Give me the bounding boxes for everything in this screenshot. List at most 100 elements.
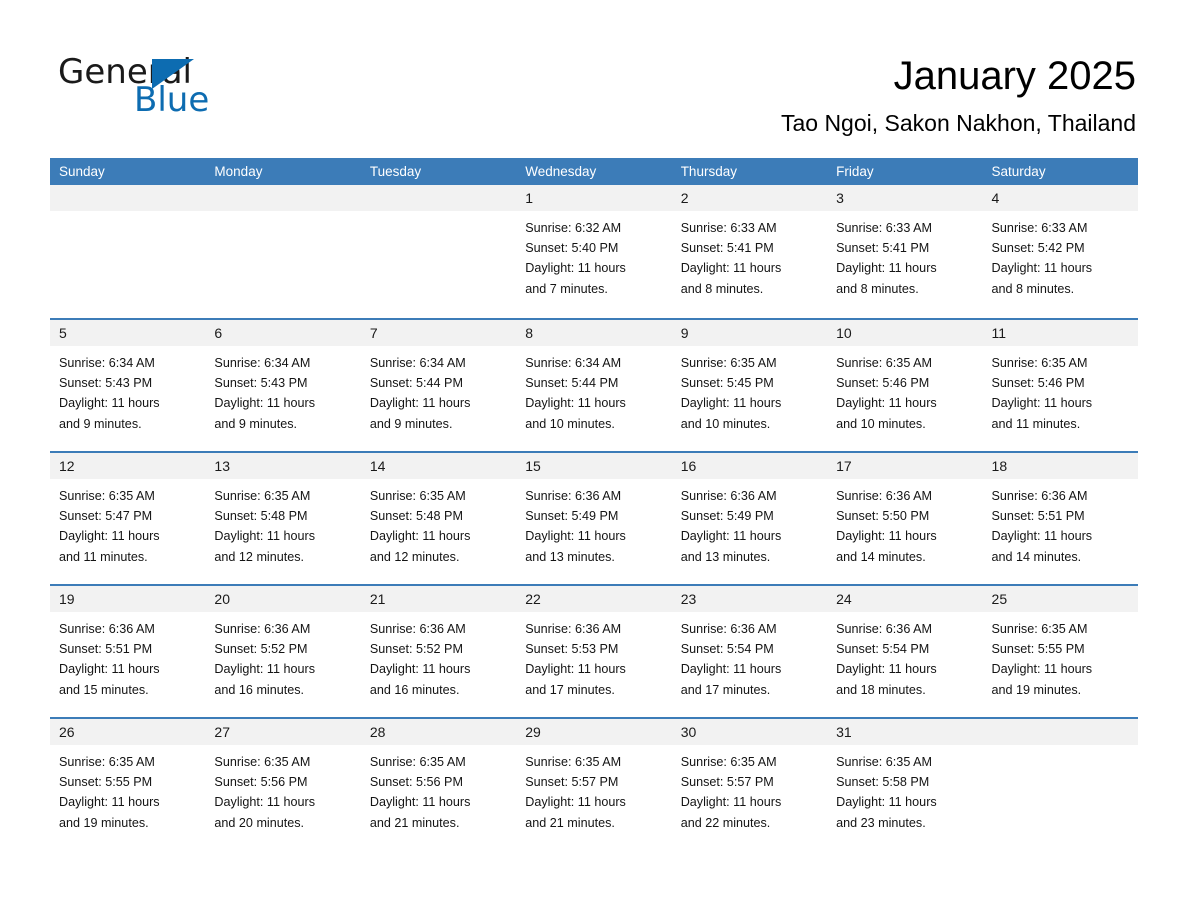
day-cell-28[interactable]: 28 Sunrise: 6:35 AM Sunset: 5:56 PM Dayligh… xyxy=(360,719,517,850)
day-number-strip: 31 xyxy=(827,719,983,745)
sunrise-text: Sunrise: 6:35 AM xyxy=(680,755,777,769)
day-number: 1 xyxy=(525,190,534,206)
day-details: Sunrise: 6:36 AM Sunset: 5:52 PM Daylight:… xyxy=(205,612,360,700)
daylight-text-line1: Daylight: 11 hours xyxy=(525,795,626,810)
day-cell-15[interactable]: 15 Sunrise: 6:36 AM Sunset: 5:49 PM Dayligh… xyxy=(516,453,672,584)
weekday-header-saturday: Saturday xyxy=(991,164,1046,179)
daylight-text-line1: Daylight: 11 hours xyxy=(59,529,160,544)
day-number-strip xyxy=(982,719,1138,745)
day-details: Sunrise: 6:36 AM Sunset: 5:51 PM Daylight:… xyxy=(983,479,1138,567)
sunrise-text: Sunrise: 6:33 AM xyxy=(836,221,933,235)
daylight-text-line2: and 13 minutes. xyxy=(680,549,771,564)
day-number: 2 xyxy=(680,190,689,206)
day-details: Sunrise: 6:34 AM Sunset: 5:43 PM Daylight:… xyxy=(50,346,205,434)
daylight-text-line2: and 21 minutes. xyxy=(525,815,615,830)
day-number: 6 xyxy=(214,325,223,341)
sunset-text: Sunset: 5:49 PM xyxy=(525,509,619,524)
day-details: Sunrise: 6:35 AM Sunset: 5:55 PM Daylight:… xyxy=(50,745,205,833)
daylight-text-line1: Daylight: 11 hours xyxy=(991,529,1093,544)
day-cell-9[interactable]: 9 Sunrise: 6:35 AM Sunset: 5:45 PM Daylight… xyxy=(671,320,828,451)
day-cell-30[interactable]: 30 Sunrise: 6:35 AM Sunset: 5:57 PM Dayligh… xyxy=(671,719,828,850)
general-blue-logo[interactable]: General Blue xyxy=(58,53,298,119)
sunrise-text: Sunrise: 6:34 AM xyxy=(214,356,311,370)
day-number: 15 xyxy=(525,458,541,474)
day-cell-26[interactable]: 26 Sunrise: 6:35 AM Sunset: 5:55 PM Dayligh… xyxy=(50,719,206,850)
calendar-week-row: 19 Sunrise: 6:36 AM Sunset: 5:51 PM Dayligh… xyxy=(50,584,1138,717)
page-header: General Blue January 2025 Tao Ngoi, Sako… xyxy=(0,0,1188,158)
sunset-text: Sunset: 5:54 PM xyxy=(680,642,774,657)
sunrise-text: Sunrise: 6:35 AM xyxy=(369,489,466,503)
day-cell-13[interactable]: 13 Sunrise: 6:35 AM Sunset: 5:48 PM Dayligh… xyxy=(205,453,361,584)
day-details xyxy=(361,211,516,218)
day-number-strip: 11 xyxy=(982,320,1138,346)
day-cell-29[interactable]: 29 Sunrise: 6:35 AM Sunset: 5:57 PM Dayligh… xyxy=(516,719,672,850)
day-cell-24[interactable]: 24 Sunrise: 6:36 AM Sunset: 5:54 PM Dayligh… xyxy=(827,586,983,717)
day-cell-17[interactable]: 17 Sunrise: 6:36 AM Sunset: 5:50 PM Dayligh… xyxy=(827,453,983,584)
day-cell-18[interactable]: 18 Sunrise: 6:36 AM Sunset: 5:51 PM Dayligh… xyxy=(982,453,1138,584)
day-cell-12[interactable]: 12 Sunrise: 6:35 AM Sunset: 5:47 PM Dayligh… xyxy=(50,453,206,584)
day-number-strip: 1 xyxy=(516,185,672,211)
day-number-strip: 28 xyxy=(360,719,517,745)
day-cell-19[interactable]: 19 Sunrise: 6:36 AM Sunset: 5:51 PM Dayligh… xyxy=(50,586,206,717)
sunrise-text: Sunrise: 6:35 AM xyxy=(59,755,155,769)
day-details: Sunrise: 6:35 AM Sunset: 5:57 PM Daylight:… xyxy=(672,745,827,833)
sunset-text: Sunset: 5:41 PM xyxy=(836,241,930,256)
sunset-text: Sunset: 5:43 PM xyxy=(214,376,308,391)
day-cell-1[interactable]: 1 Sunrise: 6:32 AM Sunset: 5:40 PM Daylight… xyxy=(516,185,672,318)
daylight-text-line2: and 10 minutes. xyxy=(680,416,771,431)
sunrise-text: Sunrise: 6:36 AM xyxy=(836,489,933,503)
day-number-strip: 7 xyxy=(360,320,517,346)
sunrise-text: Sunrise: 6:36 AM xyxy=(369,622,466,636)
day-cell-31[interactable]: 31 Sunrise: 6:35 AM Sunset: 5:58 PM Dayligh… xyxy=(827,719,983,850)
daylight-text-line2: and 9 minutes. xyxy=(214,416,298,431)
day-number-strip xyxy=(360,185,517,211)
day-details: Sunrise: 6:32 AM Sunset: 5:40 PM Daylight:… xyxy=(516,211,671,299)
day-cell-14[interactable]: 14 Sunrise: 6:35 AM Sunset: 5:48 PM Dayligh… xyxy=(360,453,517,584)
day-number-strip: 4 xyxy=(982,185,1138,211)
day-cell-2[interactable]: 2 Sunrise: 6:33 AM Sunset: 5:41 PM Daylight… xyxy=(671,185,828,318)
day-number-strip: 30 xyxy=(671,719,828,745)
day-details: Sunrise: 6:33 AM Sunset: 5:41 PM Daylight:… xyxy=(672,211,827,299)
day-cell-6[interactable]: 6 Sunrise: 6:34 AM Sunset: 5:43 PM Daylight… xyxy=(205,320,361,451)
calendar-week-row: 12 Sunrise: 6:35 AM Sunset: 5:47 PM Dayligh… xyxy=(50,451,1138,584)
sunset-text: Sunset: 5:48 PM xyxy=(369,509,463,524)
sunrise-text: Sunrise: 6:34 AM xyxy=(369,356,466,370)
day-number: 3 xyxy=(836,190,844,206)
day-cell-22[interactable]: 22 Sunrise: 6:36 AM Sunset: 5:53 PM Dayligh… xyxy=(516,586,672,717)
day-number: 29 xyxy=(525,724,541,740)
sunset-text: Sunset: 5:49 PM xyxy=(680,509,774,524)
daylight-text-line1: Daylight: 11 hours xyxy=(525,261,626,276)
day-cell-27[interactable]: 27 Sunrise: 6:35 AM Sunset: 5:56 PM Dayligh… xyxy=(205,719,361,850)
day-cell-11[interactable]: 11 Sunrise: 6:35 AM Sunset: 5:46 PM Dayligh… xyxy=(982,320,1138,451)
day-cell-10[interactable]: 10 Sunrise: 6:35 AM Sunset: 5:46 PM Dayligh… xyxy=(827,320,983,451)
day-details: Sunrise: 6:35 AM Sunset: 5:57 PM Daylight:… xyxy=(516,745,671,833)
day-number-strip: 6 xyxy=(205,320,361,346)
daylight-text-line2: and 19 minutes. xyxy=(991,682,1082,697)
day-details: Sunrise: 6:36 AM Sunset: 5:49 PM Daylight:… xyxy=(672,479,827,567)
day-cell-25[interactable]: 25 Sunrise: 6:35 AM Sunset: 5:55 PM Dayligh… xyxy=(982,586,1138,717)
day-cell-5[interactable]: 5 Sunrise: 6:34 AM Sunset: 5:43 PM Daylight… xyxy=(50,320,206,451)
daylight-text-line2: and 9 minutes. xyxy=(369,416,453,431)
daylight-text-line2: and 12 minutes. xyxy=(214,549,305,564)
day-cell-7[interactable]: 7 Sunrise: 6:34 AM Sunset: 5:44 PM Daylight… xyxy=(360,320,517,451)
day-cell-21[interactable]: 21 Sunrise: 6:36 AM Sunset: 5:52 PM Dayligh… xyxy=(360,586,517,717)
day-cell-3[interactable]: 3 Sunrise: 6:33 AM Sunset: 5:41 PM Daylight… xyxy=(827,185,983,318)
sunrise-text: Sunrise: 6:36 AM xyxy=(680,489,777,503)
daylight-text-line1: Daylight: 11 hours xyxy=(214,662,315,677)
daylight-text-line2: and 21 minutes. xyxy=(369,815,460,830)
day-number: 16 xyxy=(680,458,697,474)
sunset-text: Sunset: 5:45 PM xyxy=(680,376,774,391)
daylight-text-line1: Daylight: 11 hours xyxy=(369,529,471,544)
day-number-strip: 19 xyxy=(50,586,206,612)
day-number-strip xyxy=(50,185,206,211)
day-cell-4[interactable]: 4 Sunrise: 6:33 AM Sunset: 5:42 PM Daylight… xyxy=(982,185,1138,318)
day-cell-16[interactable]: 16 Sunrise: 6:36 AM Sunset: 5:49 PM Dayligh… xyxy=(671,453,828,584)
day-cell-23[interactable]: 23 Sunrise: 6:36 AM Sunset: 5:54 PM Dayligh… xyxy=(671,586,828,717)
sunset-text: Sunset: 5:52 PM xyxy=(369,642,463,657)
daylight-text-line1: Daylight: 11 hours xyxy=(991,662,1093,677)
day-cell-8[interactable]: 8 Sunrise: 6:34 AM Sunset: 5:44 PM Daylight… xyxy=(516,320,672,451)
daylight-text-line2: and 8 minutes. xyxy=(836,281,919,296)
daylight-text-line1: Daylight: 11 hours xyxy=(836,795,937,810)
day-cell-20[interactable]: 20 Sunrise: 6:36 AM Sunset: 5:52 PM Dayligh… xyxy=(205,586,361,717)
daylight-text-line1: Daylight: 11 hours xyxy=(680,396,782,411)
